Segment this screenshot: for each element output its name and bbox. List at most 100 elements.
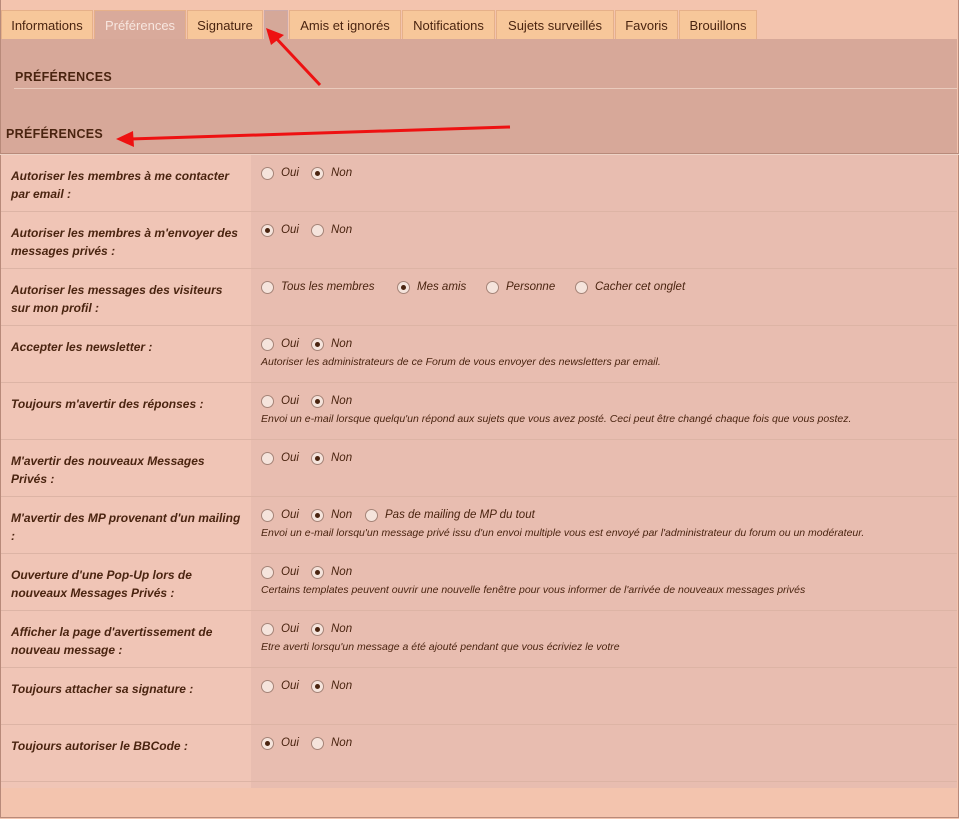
preference-value: Oui Non Envoi un e-mail lorsque quelqu'un … bbox=[251, 383, 957, 439]
radio-button[interactable] bbox=[261, 167, 274, 180]
radio-button[interactable] bbox=[311, 509, 324, 522]
preference-label: Toujours attacher sa signature : bbox=[1, 668, 251, 724]
radio-button[interactable] bbox=[311, 224, 324, 237]
radio-label: Non bbox=[331, 224, 353, 236]
spacer-left bbox=[1, 782, 251, 788]
spacer-right bbox=[251, 782, 957, 788]
radio-button[interactable] bbox=[261, 395, 274, 408]
radio-button[interactable] bbox=[311, 566, 324, 579]
radio-button[interactable] bbox=[311, 623, 324, 636]
preference-row: Afficher la page d'avertissement de nouv… bbox=[1, 611, 957, 668]
radio-label: Tous les membres bbox=[281, 281, 375, 293]
preference-value: Oui Non Autoriser les administrateurs de c… bbox=[251, 326, 957, 382]
divider bbox=[14, 88, 957, 89]
preference-value: Oui Non Certains templates peuvent ouvrir … bbox=[251, 554, 957, 610]
tab-sujets-surveilles[interactable]: Sujets surveillés bbox=[496, 10, 614, 39]
radio-label: Oui bbox=[281, 167, 299, 179]
radio-label: Non bbox=[331, 509, 353, 521]
radio-label: Non bbox=[331, 167, 353, 179]
radio-label: Oui bbox=[281, 566, 299, 578]
radio-button[interactable] bbox=[261, 452, 274, 465]
radio-button[interactable] bbox=[311, 737, 324, 750]
preference-row: Accepter les newsletter : Oui Non Autoriser… bbox=[1, 326, 957, 383]
radio-label: Non bbox=[331, 566, 353, 578]
radio-button[interactable] bbox=[311, 452, 324, 465]
preference-label: Afficher la page d'avertissement de nouv… bbox=[1, 611, 251, 667]
radio-button[interactable] bbox=[575, 281, 588, 294]
table-spacer bbox=[1, 782, 957, 788]
tab-signature[interactable]: Signature bbox=[187, 10, 263, 39]
subsection-title: PRÉFÉRENCES bbox=[6, 127, 104, 141]
preference-value: Oui Non Pas de mailing de MP du tout Envoi … bbox=[251, 497, 957, 553]
radio-label: Oui bbox=[281, 680, 299, 692]
radio-button[interactable] bbox=[261, 509, 274, 522]
preference-row: M'avertir des MP provenant d'un mailing … bbox=[1, 497, 957, 554]
radio-label: Pas de mailing de MP du tout bbox=[385, 509, 535, 521]
preference-label: Accepter les newsletter : bbox=[1, 326, 251, 382]
tab-favoris[interactable]: Favoris bbox=[615, 10, 678, 39]
radio-label: Oui bbox=[281, 623, 299, 635]
radio-button[interactable] bbox=[261, 623, 274, 636]
preference-row: Toujours autoriser le BBCode : Oui Non bbox=[1, 725, 957, 782]
radio-button[interactable] bbox=[486, 281, 499, 294]
radio-button[interactable] bbox=[311, 167, 324, 180]
tab-amis-ignores[interactable]: Amis et ignorés bbox=[289, 10, 401, 39]
radio-button[interactable] bbox=[365, 509, 378, 522]
radio-label: Mes amis bbox=[417, 281, 467, 293]
preference-label: Ouverture d'une Pop-Up lors de nouveaux … bbox=[1, 554, 251, 610]
preference-row: Toujours attacher sa signature : Oui Non bbox=[1, 668, 957, 725]
preference-row: Autoriser les membres à me contacter par… bbox=[1, 155, 957, 212]
preference-label: M'avertir des nouveaux Messages Privés : bbox=[1, 440, 251, 496]
section-title: PRÉFÉRENCES bbox=[15, 70, 113, 84]
tab-preferences[interactable]: Préférences bbox=[94, 10, 186, 40]
radio-button[interactable] bbox=[261, 281, 274, 294]
preference-value: Oui Non bbox=[251, 725, 957, 781]
preference-value: Oui Non Etre averti lorsqu'un message a ét… bbox=[251, 611, 957, 667]
preference-hint: Autoriser les administrateurs de ce Foru… bbox=[261, 356, 661, 368]
radio-button[interactable] bbox=[311, 395, 324, 408]
radio-label: Non bbox=[331, 395, 353, 407]
radio-button[interactable] bbox=[311, 680, 324, 693]
preference-row: M'avertir des nouveaux Messages Privés :… bbox=[1, 440, 957, 497]
preference-hint: Certains templates peuvent ouvrir une no… bbox=[261, 584, 806, 596]
radio-button[interactable] bbox=[261, 737, 274, 750]
tab-informations[interactable]: Informations bbox=[1, 10, 93, 39]
preference-hint: Envoi un e-mail lorsqu'un message privé … bbox=[261, 527, 865, 539]
radio-button[interactable] bbox=[397, 281, 410, 294]
preference-row: Toujours m'avertir des réponses : Oui Non E… bbox=[1, 383, 957, 440]
radio-button[interactable] bbox=[261, 224, 274, 237]
preference-value: Oui Non bbox=[251, 440, 957, 496]
preference-label: Toujours m'avertir des réponses : bbox=[1, 383, 251, 439]
radio-label: Non bbox=[331, 680, 353, 692]
radio-button[interactable] bbox=[311, 338, 324, 351]
radio-label: Oui bbox=[281, 509, 299, 521]
radio-label: Oui bbox=[281, 737, 299, 749]
radio-button[interactable] bbox=[261, 338, 274, 351]
preference-value: Oui Non bbox=[251, 668, 957, 724]
preference-row: Autoriser les membres à m'envoyer des me… bbox=[1, 212, 957, 269]
radio-label: Personne bbox=[506, 281, 556, 293]
radio-button[interactable] bbox=[261, 680, 274, 693]
radio-label: Non bbox=[331, 338, 353, 350]
radio-label: Oui bbox=[281, 224, 299, 236]
radio-label: Non bbox=[331, 623, 353, 635]
preference-row: Ouverture d'une Pop-Up lors de nouveaux … bbox=[1, 554, 957, 611]
radio-button[interactable] bbox=[261, 566, 274, 579]
preference-label: M'avertir des MP provenant d'un mailing … bbox=[1, 497, 251, 553]
radio-label: Non bbox=[331, 452, 353, 464]
tab-notifications[interactable]: Notifications bbox=[402, 10, 495, 39]
preference-label: Toujours autoriser le BBCode : bbox=[1, 725, 251, 781]
tab-empty[interactable] bbox=[264, 10, 288, 39]
preference-row: Autoriser les messages des visiteurs sur… bbox=[1, 269, 957, 326]
radio-label: Oui bbox=[281, 338, 299, 350]
tab-brouillons[interactable]: Brouillons bbox=[679, 10, 757, 39]
preference-label: Autoriser les membres à m'envoyer des me… bbox=[1, 212, 251, 268]
radio-label: Oui bbox=[281, 395, 299, 407]
preference-label: Autoriser les messages des visiteurs sur… bbox=[1, 269, 251, 325]
preference-value: Tous les membres Mes amis Personne Cacher c… bbox=[251, 269, 957, 325]
preference-value: Oui Non bbox=[251, 212, 957, 268]
preference-value: Oui Non bbox=[251, 155, 957, 211]
preference-hint: Etre averti lorsqu'un message a été ajou… bbox=[261, 641, 620, 653]
footer-band bbox=[1, 789, 957, 817]
preference-hint: Envoi un e-mail lorsque quelqu'un répond… bbox=[261, 413, 852, 425]
